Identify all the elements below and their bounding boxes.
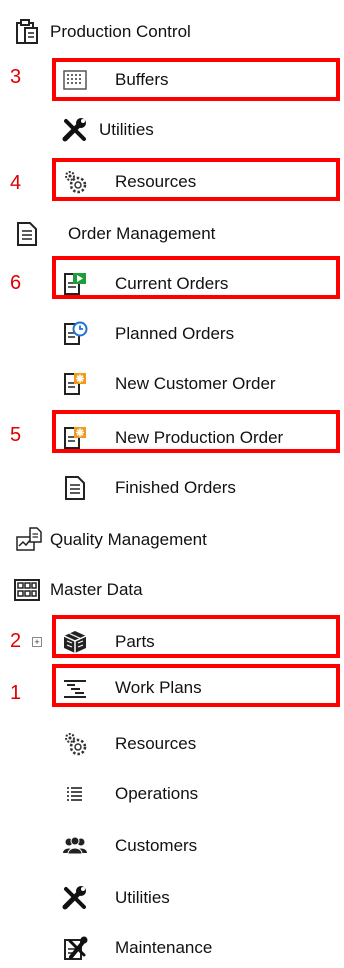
annotation-number: 4 <box>10 172 22 194</box>
annotation-number: 5 <box>10 424 22 446</box>
maintenance-icon <box>64 936 88 960</box>
tree-item-customers[interactable]: Customers <box>0 826 344 866</box>
tree-item-operations[interactable]: Operations <box>0 774 344 814</box>
highlight-box-1 <box>52 664 340 707</box>
list-icon <box>67 787 82 801</box>
quality-chart-icon <box>16 527 42 551</box>
tree-item-quality-management[interactable]: Quality Management <box>0 520 344 560</box>
tree-item-label: Resources <box>115 734 197 753</box>
clipboard-icon <box>16 19 38 44</box>
tree-item-finished-orders[interactable]: Finished Orders <box>0 468 344 508</box>
tree-item-label: Operations <box>115 784 199 803</box>
tree-item-utilities[interactable]: Utilities <box>0 110 344 150</box>
tree-item-label: New Customer Order <box>115 374 276 393</box>
wrench-screwdriver-icon <box>62 118 86 142</box>
tree-item-label: Quality Management <box>50 530 207 549</box>
tree-item-production-control[interactable]: Production Control <box>0 12 344 52</box>
tree-item-label: Utilities <box>115 888 170 907</box>
tree-item-order-management[interactable]: Order Management <box>0 214 344 254</box>
gears-icon <box>65 733 87 756</box>
annotation-number: 3 <box>10 66 22 88</box>
highlight-box-6 <box>52 256 340 299</box>
annotation-number: 6 <box>10 272 22 294</box>
tree-item-label: Production Control <box>50 22 191 41</box>
tree-item-label: Customers <box>115 836 198 855</box>
wrench-screwdriver-icon <box>62 886 86 910</box>
document-icon <box>17 222 37 246</box>
document-icon <box>65 476 85 500</box>
tree-item-maintenance[interactable]: Maintenance <box>0 928 344 968</box>
tree-item-master-data[interactable]: Master Data <box>0 570 344 610</box>
highlight-box-4 <box>52 158 340 201</box>
table-grid-icon <box>14 579 40 601</box>
highlight-box-3 <box>52 58 340 101</box>
annotation-number: 2 <box>10 630 22 652</box>
tree-item-utilities-master[interactable]: Utilities <box>0 878 344 918</box>
tree-item-new-customer-order[interactable]: New Customer Order <box>0 364 344 404</box>
highlight-box-5 <box>52 410 340 453</box>
tree-item-planned-orders[interactable]: Planned Orders <box>0 314 344 354</box>
tree-item-resources-master[interactable]: Resources <box>0 724 344 764</box>
tree-item-label: Master Data <box>50 580 143 599</box>
planned-orders-icon <box>64 321 88 345</box>
expand-toggle[interactable]: + <box>32 637 42 647</box>
people-icon <box>63 836 87 855</box>
tree-item-label: Order Management <box>68 224 216 243</box>
tree-item-label: Maintenance <box>115 938 213 957</box>
highlight-box-2 <box>52 615 340 658</box>
annotation-number: 1 <box>10 682 22 704</box>
tree-item-label: Planned Orders <box>115 324 235 343</box>
tree-item-label: Utilities <box>99 120 154 139</box>
new-order-icon <box>64 373 86 395</box>
tree-item-label: Finished Orders <box>115 478 236 497</box>
